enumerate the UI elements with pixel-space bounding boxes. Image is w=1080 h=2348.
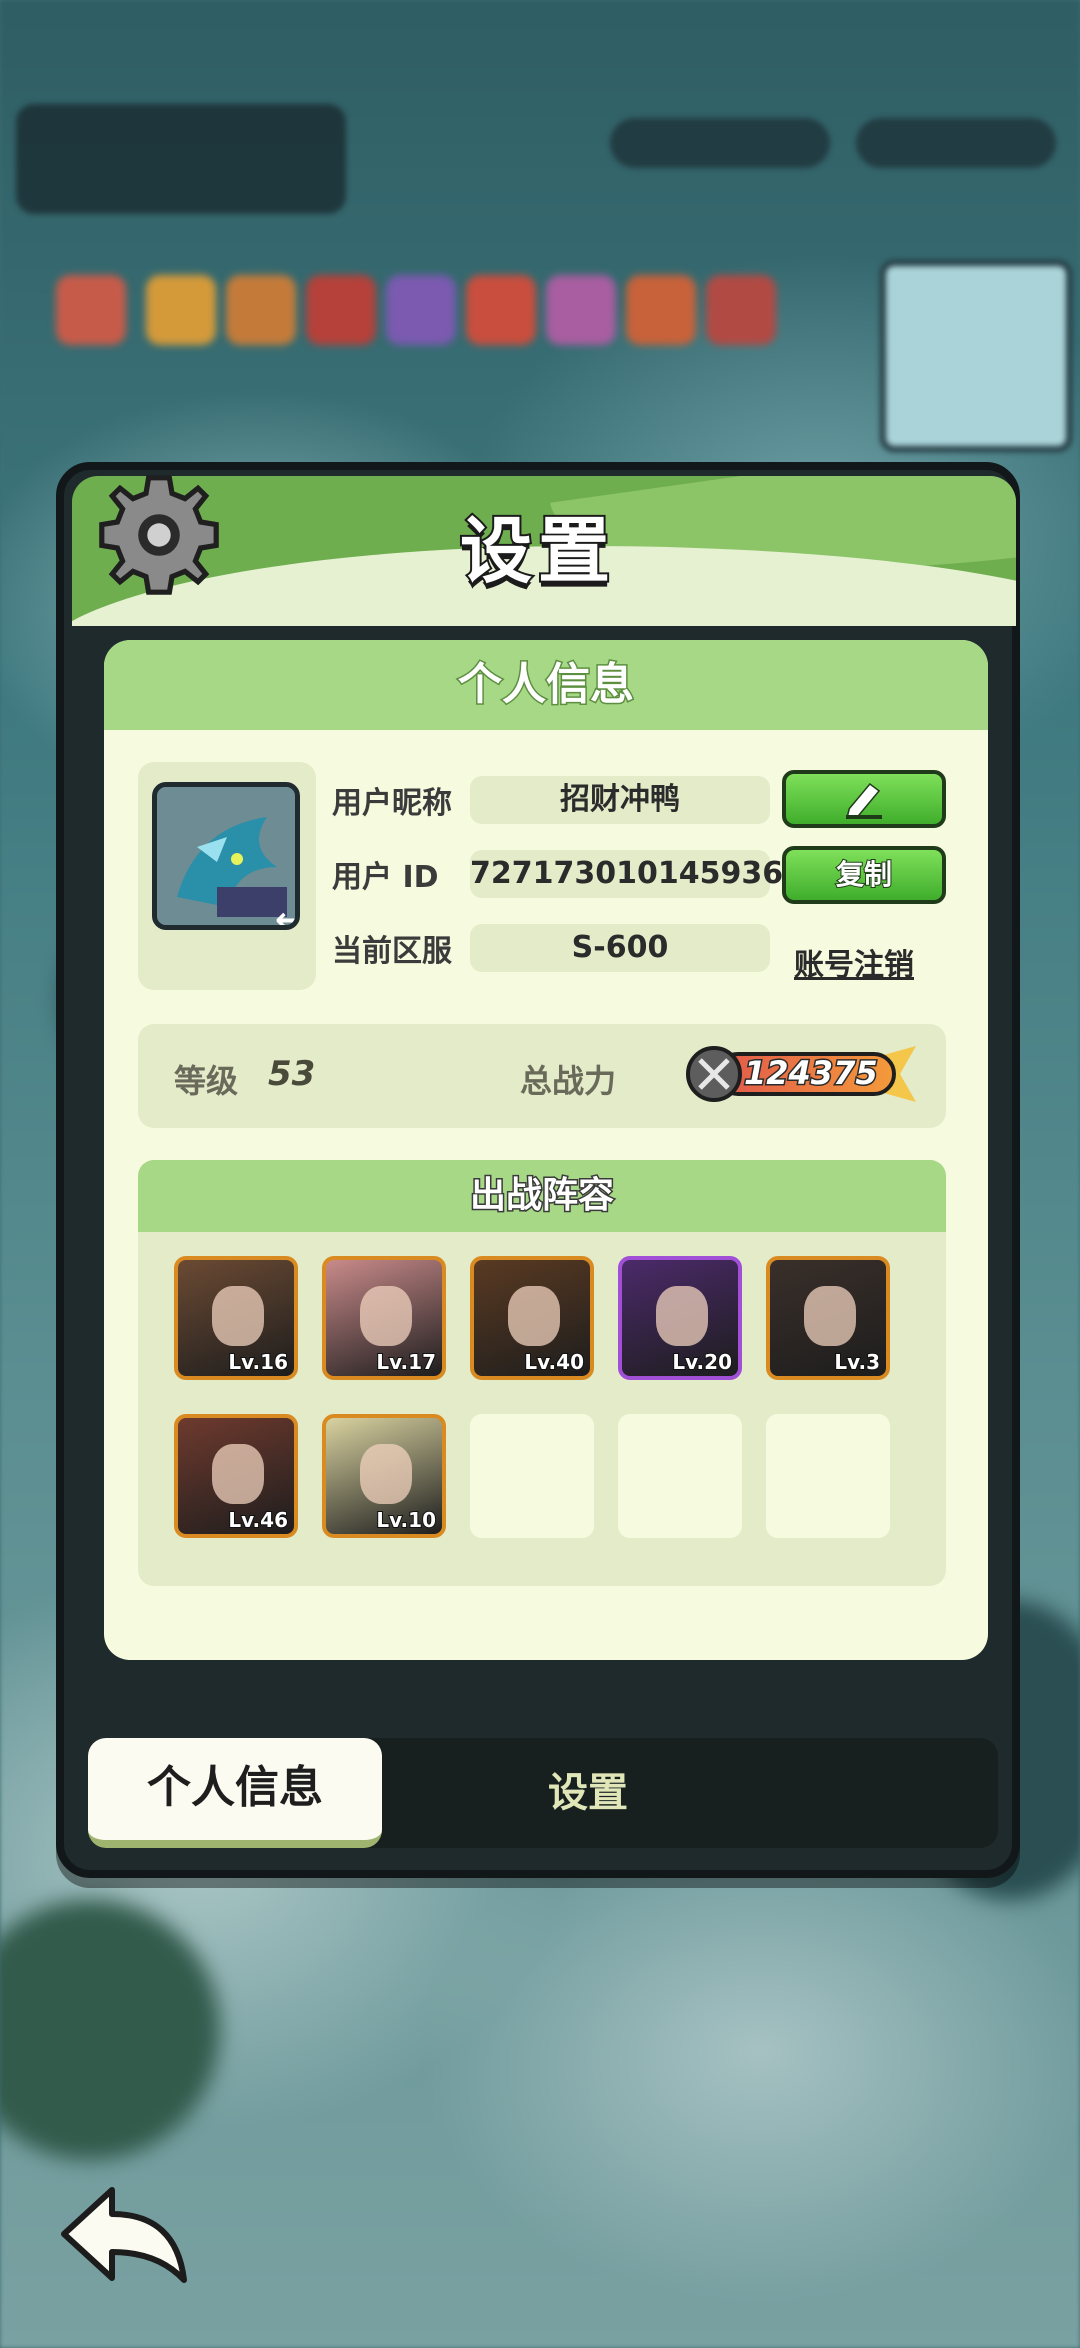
power-value: 124375 [743, 1053, 880, 1094]
avatar[interactable]: ⇆ [152, 782, 300, 930]
crossed-swords-icon [686, 1046, 742, 1102]
coin-counter-background [856, 118, 1056, 168]
hero-portrait [360, 1444, 412, 1504]
level-label: 等级 [174, 1062, 239, 1100]
edit-nickname-button[interactable] [782, 770, 946, 828]
hero-level: Lv.17 [375, 1349, 437, 1375]
empty-hero-slot[interactable] [766, 1414, 890, 1538]
hero-slot[interactable]: Lv.17 [322, 1256, 446, 1380]
hero-portrait [508, 1286, 560, 1346]
hero-portrait [212, 1444, 264, 1504]
swap-avatar-icon[interactable]: ⇆ [275, 905, 295, 925]
user-id-field: 72717301014593620 [470, 850, 825, 898]
hero-level: Lv.16 [227, 1349, 289, 1375]
user-id-label: 用户 ID [332, 860, 439, 895]
tab-bar: 个人信息 设置 [88, 1738, 998, 1848]
hero-slot[interactable]: Lv.20 [618, 1256, 742, 1380]
minimap [880, 260, 1072, 452]
back-arrow-icon[interactable] [58, 2182, 192, 2290]
tab-profile[interactable]: 个人信息 [88, 1738, 382, 1848]
hero-slot[interactable]: Lv.16 [174, 1256, 298, 1380]
pencil-icon [845, 782, 882, 819]
server-label: 当前区服 [332, 934, 452, 969]
server-field: S-600 [470, 924, 770, 972]
tab-settings[interactable]: 设置 [468, 1738, 708, 1848]
team-title: 出战阵容 [138, 1160, 946, 1232]
copy-id-button[interactable]: 复制 [782, 846, 946, 904]
player-card-background [16, 104, 346, 214]
hero-slot[interactable]: Lv.46 [174, 1414, 298, 1538]
gem-counter-background [610, 118, 830, 168]
hero-level: Lv.20 [671, 1349, 733, 1375]
power-badge: 124375 [686, 1046, 916, 1102]
avatar-box: ⇆ [138, 762, 316, 990]
dialog-title: 设置 [458, 507, 616, 595]
hero-level: Lv.46 [227, 1507, 289, 1533]
battle-team: 出战阵容 Lv.16 Lv.17 Lv.40 Lv.20 Lv.3 Lv.46 Lv.10 [138, 1160, 946, 1586]
nickname-label: 用户昵称 [332, 786, 452, 821]
hero-portrait [804, 1286, 856, 1346]
hero-portrait [656, 1286, 708, 1346]
hero-slot[interactable]: Lv.10 [322, 1414, 446, 1538]
hero-level: Lv.10 [375, 1507, 437, 1533]
hero-portrait [212, 1286, 264, 1346]
level-value: 53 [268, 1054, 316, 1094]
empty-hero-slot[interactable] [618, 1414, 742, 1538]
hero-level: Lv.3 [833, 1349, 881, 1375]
profile-panel: 个人信息 ⇆ 用户昵称 招财冲鸭 用户 ID 72717301014 [104, 640, 988, 1660]
power-label: 总战力 [520, 1062, 617, 1100]
hero-portrait [360, 1286, 412, 1346]
nickname-field: 招财冲鸭 [470, 776, 770, 824]
account-cancel-link[interactable]: 账号注销 [794, 940, 914, 984]
section-title: 个人信息 [104, 640, 988, 730]
hero-slot[interactable]: Lv.3 [766, 1256, 890, 1380]
settings-dialog: 设置 个人信息 ⇆ 用户昵称 招财冲鸭 用户 ID [56, 462, 1020, 1878]
hero-slot[interactable]: Lv.40 [470, 1256, 594, 1380]
stats-bar: 等级 53 总战力 124375 [138, 1024, 946, 1128]
hero-level: Lv.40 [523, 1349, 585, 1375]
empty-hero-slot[interactable] [470, 1414, 594, 1538]
